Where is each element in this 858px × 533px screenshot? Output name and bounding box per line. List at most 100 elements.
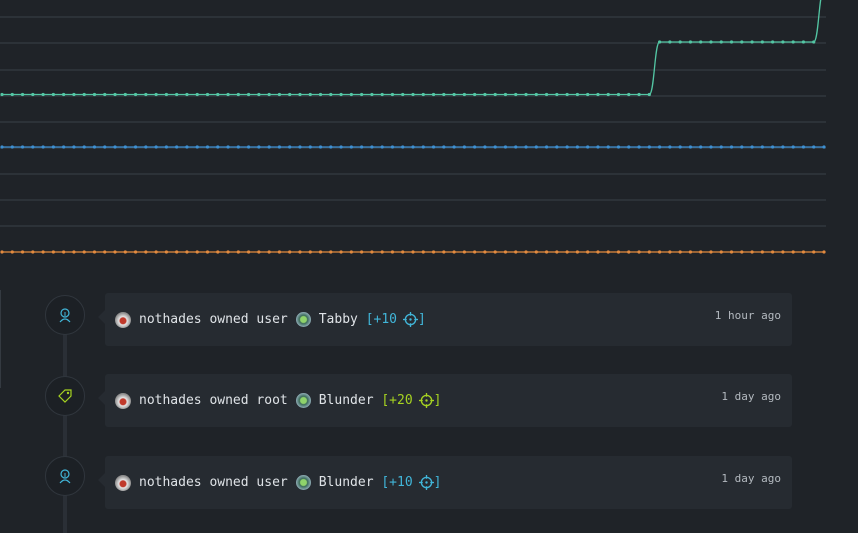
machine-icon <box>295 393 311 408</box>
series-point-2 <box>822 250 826 254</box>
series-point-0 <box>411 92 415 97</box>
points-close: ] <box>418 312 426 327</box>
series-point-2 <box>380 250 384 254</box>
series-point-2 <box>154 250 158 254</box>
series-point-2 <box>144 250 148 254</box>
series-point-2 <box>288 250 292 254</box>
series-point-1 <box>544 145 549 149</box>
activity-action-text: owned user <box>209 475 288 490</box>
series-point-0 <box>483 92 487 97</box>
series-point-0 <box>668 40 672 44</box>
machine-name[interactable]: Tabby <box>319 312 358 327</box>
series-point-1 <box>699 145 703 149</box>
series-point-2 <box>349 250 353 254</box>
series-point-2 <box>668 250 672 254</box>
target-icon <box>403 312 419 327</box>
series-point-1 <box>72 145 76 149</box>
series-point-2 <box>606 250 610 254</box>
series-point-1 <box>555 145 559 149</box>
target-icon <box>418 393 434 408</box>
series-point-1 <box>360 145 364 149</box>
series-point-2 <box>226 250 230 254</box>
series-point-0 <box>401 92 405 97</box>
series-point-1 <box>637 145 641 149</box>
series-point-1 <box>298 145 302 149</box>
series-point-0 <box>298 92 302 97</box>
series-point-0 <box>236 92 240 97</box>
series-point-2 <box>442 250 446 254</box>
series-point-0 <box>503 92 508 97</box>
series-point-1 <box>431 145 436 149</box>
series-point-1 <box>226 145 230 149</box>
series-point-2 <box>401 250 405 254</box>
series-point-0 <box>257 92 261 97</box>
series-point-2 <box>277 250 282 254</box>
machine-name[interactable]: Blunder <box>319 393 374 408</box>
user-icon <box>59 308 71 323</box>
series-point-1 <box>123 145 127 149</box>
series-point-0 <box>493 92 497 97</box>
series-point-1 <box>267 145 271 149</box>
activity-action-text: owned user <box>209 312 288 327</box>
player-name[interactable]: nothades <box>139 312 202 327</box>
series-point-0 <box>72 92 76 97</box>
series-point-0 <box>709 40 713 44</box>
activity-action <box>202 312 210 327</box>
series-point-1 <box>133 145 138 149</box>
target-icon <box>418 475 434 490</box>
series-point-2 <box>658 250 662 254</box>
series-point-2 <box>791 250 795 254</box>
series-point-1 <box>175 145 179 149</box>
series-point-2 <box>267 250 271 254</box>
series-point-1 <box>729 145 734 149</box>
player-avatar[interactable] <box>115 392 131 409</box>
series-point-1 <box>668 145 672 149</box>
series-point-1 <box>709 145 713 149</box>
series-point-1 <box>801 145 806 149</box>
machine-name[interactable]: Blunder <box>319 475 374 490</box>
series-point-1 <box>370 145 374 149</box>
series-point-2 <box>0 250 4 254</box>
series-point-2 <box>729 250 734 254</box>
series-point-0 <box>452 92 456 97</box>
series-point-2 <box>781 250 785 254</box>
series-point-0 <box>473 92 477 97</box>
series-point-2 <box>431 250 436 254</box>
player-avatar[interactable] <box>115 311 131 328</box>
activity-card: nothades owned user Blunder [+10 ] 1 day… <box>98 456 792 509</box>
player-name[interactable]: nothades <box>139 393 202 408</box>
series-point-1 <box>62 145 66 149</box>
series-point-2 <box>647 250 651 254</box>
series-point-0 <box>431 92 436 97</box>
series-point-0 <box>164 92 168 97</box>
player-name[interactable]: nothades <box>139 475 202 490</box>
series-point-1 <box>236 145 240 149</box>
points-close: ] <box>433 475 442 490</box>
series-point-0 <box>92 92 97 97</box>
series-point-1 <box>154 145 158 149</box>
series-point-1 <box>41 145 45 149</box>
points-close: ] <box>433 393 442 408</box>
series-point-0 <box>103 92 107 97</box>
series-point-0 <box>575 92 580 97</box>
series-point-2 <box>750 250 754 254</box>
series-point-0 <box>740 40 744 44</box>
player-avatar[interactable] <box>115 474 131 491</box>
series-point-2 <box>370 250 374 254</box>
series-point-1 <box>627 145 631 149</box>
series-point-1 <box>247 145 251 149</box>
series-point-0 <box>195 92 199 97</box>
series-point-1 <box>318 145 323 149</box>
series-point-2 <box>493 250 497 254</box>
series-point-2 <box>247 250 251 254</box>
series-point-2 <box>524 250 528 254</box>
series-point-2 <box>257 250 261 254</box>
series-point-1 <box>329 145 333 149</box>
series-point-1 <box>750 145 754 149</box>
series-point-1 <box>103 145 107 149</box>
series-point-2 <box>678 250 682 254</box>
machine-icon <box>295 475 311 490</box>
points-badge: [+20 ] <box>381 393 442 408</box>
series-point-0 <box>349 92 353 97</box>
activity-action-text: owned root <box>209 393 288 408</box>
